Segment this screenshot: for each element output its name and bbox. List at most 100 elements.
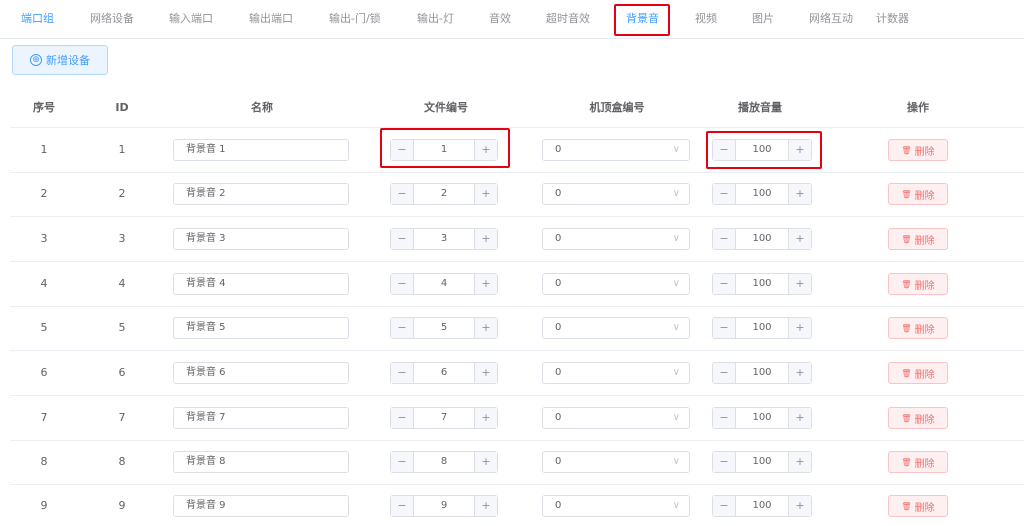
increment-button[interactable]: +	[474, 452, 497, 472]
delete-button[interactable]: 🗑 删除	[888, 228, 948, 250]
delete-button[interactable]: 🗑 删除	[888, 451, 948, 473]
increment-button[interactable]: +	[788, 229, 811, 249]
tab-counter[interactable]: 计数器	[876, 0, 909, 38]
highlight-box-file-number	[380, 128, 510, 168]
increment-button[interactable]: +	[788, 363, 811, 383]
file-number-value[interactable]: 7	[414, 408, 474, 428]
decrement-button[interactable]: −	[391, 274, 414, 294]
decrement-button[interactable]: −	[391, 229, 414, 249]
decrement-button[interactable]: −	[391, 318, 414, 338]
decrement-button[interactable]: −	[391, 408, 414, 428]
add-device-button[interactable]: ⊕ 新增设备	[12, 45, 108, 75]
stb-number-select[interactable]: 0 ∨	[542, 317, 690, 339]
delete-button[interactable]: 🗑 删除	[888, 317, 948, 339]
name-input[interactable]: 背景音 2	[173, 183, 349, 205]
plus-circle-icon: ⊕	[30, 54, 42, 66]
decrement-button[interactable]: −	[391, 496, 414, 516]
delete-button[interactable]: 🗑 删除	[888, 362, 948, 384]
delete-button[interactable]: 🗑 删除	[888, 139, 948, 161]
volume-value[interactable]: 100	[736, 408, 788, 428]
tab-sound-effects[interactable]: 音效	[489, 0, 511, 38]
volume-value[interactable]: 100	[736, 184, 788, 204]
tab-images[interactable]: 图片	[752, 0, 774, 38]
tab-port-group[interactable]: 端口组	[21, 0, 54, 38]
decrement-button[interactable]: −	[713, 496, 736, 516]
name-input[interactable]: 背景音 7	[173, 407, 349, 429]
name-input[interactable]: 背景音 8	[173, 451, 349, 473]
volume-stepper: − 100 +	[712, 407, 812, 429]
increment-button[interactable]: +	[788, 318, 811, 338]
volume-value[interactable]: 100	[736, 318, 788, 338]
tab-output-ports[interactable]: 输出端口	[249, 0, 293, 38]
increment-button[interactable]: +	[788, 496, 811, 516]
increment-button[interactable]: +	[788, 274, 811, 294]
header-id: ID	[115, 101, 129, 114]
tab-timeout-sound[interactable]: 超时音效	[546, 0, 590, 38]
decrement-button[interactable]: −	[713, 184, 736, 204]
file-number-value[interactable]: 8	[414, 452, 474, 472]
name-input[interactable]: 背景音 6	[173, 362, 349, 384]
increment-button[interactable]: +	[474, 229, 497, 249]
stb-number-select[interactable]: 0 ∨	[542, 139, 690, 161]
increment-button[interactable]: +	[788, 408, 811, 428]
increment-button[interactable]: +	[474, 184, 497, 204]
chevron-down-icon: ∨	[672, 322, 680, 333]
increment-button[interactable]: +	[474, 408, 497, 428]
delete-button[interactable]: 🗑 删除	[888, 407, 948, 429]
stb-number-select[interactable]: 0 ∨	[542, 495, 690, 517]
name-input[interactable]: 背景音 5	[173, 317, 349, 339]
increment-button[interactable]: +	[788, 184, 811, 204]
decrement-button[interactable]: −	[713, 408, 736, 428]
decrement-button[interactable]: −	[713, 452, 736, 472]
decrement-button[interactable]: −	[713, 363, 736, 383]
name-input[interactable]: 背景音 3	[173, 228, 349, 250]
volume-value[interactable]: 100	[736, 363, 788, 383]
stb-number-select[interactable]: 0 ∨	[542, 451, 690, 473]
name-input[interactable]: 背景音 1	[173, 139, 349, 161]
increment-button[interactable]: +	[474, 496, 497, 516]
name-input[interactable]: 背景音 9	[173, 495, 349, 517]
decrement-button[interactable]: −	[391, 363, 414, 383]
volume-value[interactable]: 100	[736, 496, 788, 516]
increment-button[interactable]: +	[474, 363, 497, 383]
delete-button[interactable]: 🗑 删除	[888, 273, 948, 295]
file-number-value[interactable]: 9	[414, 496, 474, 516]
delete-label: 删除	[914, 324, 935, 336]
delete-button[interactable]: 🗑 删除	[888, 183, 948, 205]
stb-number-select[interactable]: 0 ∨	[542, 228, 690, 250]
increment-button[interactable]: +	[788, 452, 811, 472]
file-number-value[interactable]: 2	[414, 184, 474, 204]
file-number-value[interactable]: 3	[414, 229, 474, 249]
tab-input-ports[interactable]: 输入端口	[169, 0, 213, 38]
stb-number-select[interactable]: 0 ∨	[542, 362, 690, 384]
decrement-button[interactable]: −	[713, 318, 736, 338]
tab-network-devices[interactable]: 网络设备	[90, 0, 134, 38]
delete-label: 删除	[914, 502, 935, 514]
file-number-value[interactable]: 4	[414, 274, 474, 294]
tab-network-interaction[interactable]: 网络互动	[809, 0, 853, 38]
delete-button[interactable]: 🗑 删除	[888, 495, 948, 517]
increment-button[interactable]: +	[474, 318, 497, 338]
tab-output-light[interactable]: 输出-灯	[417, 0, 454, 38]
stb-number-select[interactable]: 0 ∨	[542, 273, 690, 295]
delete-label: 删除	[914, 280, 935, 292]
increment-button[interactable]: +	[474, 274, 497, 294]
file-number-value[interactable]: 6	[414, 363, 474, 383]
volume-stepper: − 100 +	[712, 183, 812, 205]
header-stb-number: 机顶盒编号	[589, 101, 645, 114]
file-number-value[interactable]: 5	[414, 318, 474, 338]
decrement-button[interactable]: −	[713, 229, 736, 249]
volume-value[interactable]: 100	[736, 274, 788, 294]
decrement-button[interactable]: −	[713, 274, 736, 294]
header-action: 操作	[907, 101, 929, 114]
trash-icon: 🗑	[901, 501, 912, 511]
volume-value[interactable]: 100	[736, 229, 788, 249]
tab-video[interactable]: 视频	[695, 0, 717, 38]
name-input[interactable]: 背景音 4	[173, 273, 349, 295]
tab-output-door-lock[interactable]: 输出-门/锁	[329, 0, 381, 38]
stb-number-select[interactable]: 0 ∨	[542, 407, 690, 429]
stb-number-select[interactable]: 0 ∨	[542, 183, 690, 205]
decrement-button[interactable]: −	[391, 184, 414, 204]
decrement-button[interactable]: −	[391, 452, 414, 472]
volume-value[interactable]: 100	[736, 452, 788, 472]
